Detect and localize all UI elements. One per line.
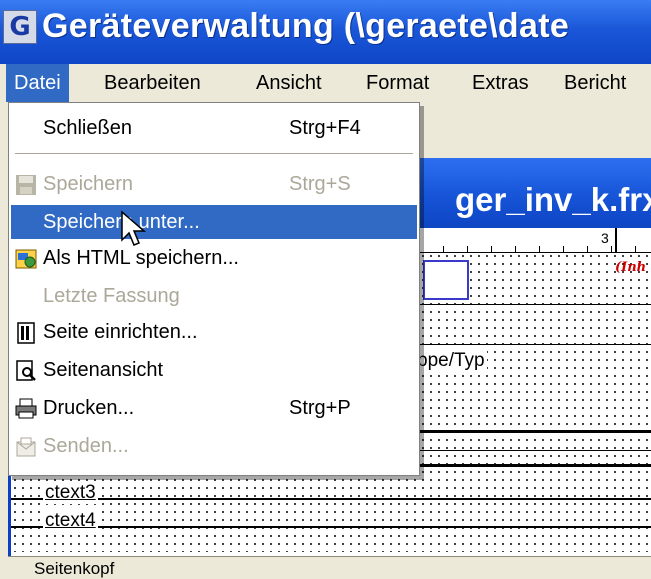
- menu-extras[interactable]: Extras: [464, 64, 537, 102]
- menu-item-seitenansicht[interactable]: Seitenansicht: [11, 353, 417, 387]
- menu-datei[interactable]: Datei: [6, 64, 69, 102]
- ruler-major-tick: [615, 228, 617, 252]
- menu-item-label: Speichern: [43, 173, 134, 195]
- menu-item-label: Seitenansicht: [43, 359, 164, 381]
- menu-format[interactable]: Format: [358, 64, 437, 102]
- report-field-ctext4[interactable]: ctext4: [43, 510, 98, 532]
- band-divider: [11, 526, 651, 528]
- menu-item-drucken[interactable]: Drucken... Strg+P: [11, 391, 417, 425]
- menu-item-als-html-speichern[interactable]: Als HTML speichern...: [11, 241, 417, 275]
- print-preview-icon: [15, 359, 37, 381]
- report-field-ctext3[interactable]: ctext3: [43, 482, 98, 504]
- report-title: ger_inv_k.frx: [455, 181, 651, 218]
- menu-bericht[interactable]: Bericht: [556, 64, 634, 102]
- menu-item-seite-einrichten[interactable]: Seite einrichten...: [11, 315, 417, 349]
- page-setup-icon: [15, 321, 37, 344]
- menu-bar: Datei Bearbeiten Ansicht Format Extras B…: [0, 64, 651, 103]
- menu-item-schliessen[interactable]: Schließen Strg+F4: [11, 111, 417, 145]
- menu-bearbeiten[interactable]: Bearbeiten: [96, 64, 209, 102]
- band-header[interactable]: Seitenkopf: [8, 556, 651, 579]
- report-red-label: (Inh: [615, 260, 647, 275]
- menu-item-senden[interactable]: Senden...: [11, 429, 417, 463]
- menu-item-label: Seite einrichten...: [43, 321, 198, 343]
- menu-item-shortcut: Strg+P: [289, 397, 351, 419]
- file-menu-dropdown: Schließen Strg+F4 Speichern Strg+S Speic…: [8, 102, 420, 476]
- report-field-label[interactable]: ppe/Typ: [415, 350, 487, 372]
- title-bar[interactable]: G Geräteverwaltung (\geraete\date: [0, 0, 651, 64]
- ruler-number: 3: [601, 230, 609, 246]
- app-icon[interactable]: G: [3, 10, 37, 44]
- window-title: Geräteverwaltung (\geraete\date: [42, 7, 570, 45]
- report-field-box[interactable]: [423, 260, 469, 300]
- band-label: Seitenkopf: [34, 559, 115, 578]
- menu-separator: [15, 153, 413, 157]
- menu-item-label: Drucken...: [43, 397, 135, 419]
- menu-item-letzte-fassung[interactable]: Letzte Fassung: [11, 279, 417, 313]
- menu-item-shortcut: Strg+F4: [289, 117, 361, 139]
- printer-icon: [15, 397, 37, 419]
- mouse-cursor-icon: [121, 210, 146, 246]
- menu-ansicht[interactable]: Ansicht: [248, 64, 330, 102]
- save-icon: [15, 173, 37, 195]
- menu-item-label: Schließen: [43, 117, 132, 139]
- menu-item-shortcut: Strg+S: [289, 173, 351, 195]
- menu-item-speichern-unter[interactable]: Speichern unter...: [11, 205, 417, 239]
- html-save-icon: [15, 247, 37, 269]
- send-mail-icon: [15, 435, 37, 457]
- menu-item-label: Letzte Fassung: [43, 285, 180, 307]
- menu-item-label: Senden...: [43, 435, 129, 457]
- band-divider: [11, 498, 651, 500]
- menu-item-speichern[interactable]: Speichern Strg+S: [11, 167, 417, 201]
